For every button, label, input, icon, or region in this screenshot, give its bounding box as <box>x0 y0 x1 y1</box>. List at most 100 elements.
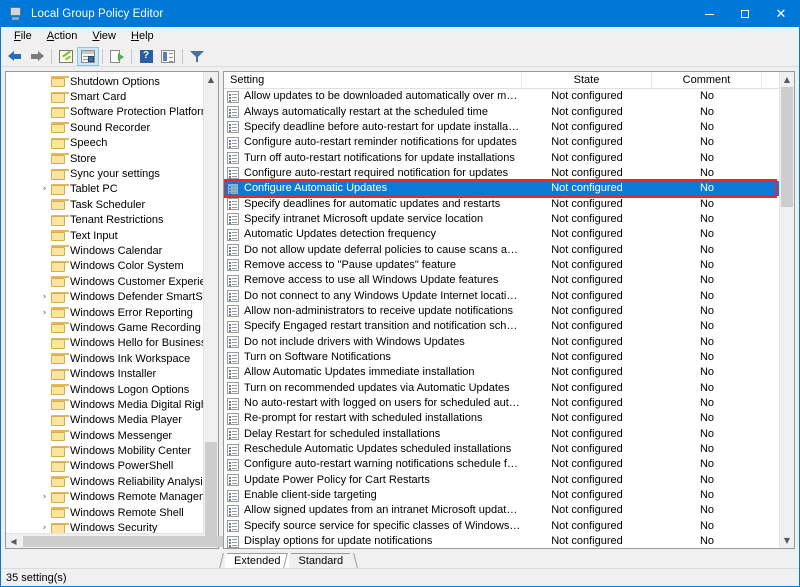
tree-item[interactable]: Windows Media Digital Right <box>6 397 203 412</box>
tree-item[interactable]: Windows Hello for Business <box>6 336 203 351</box>
settings-row[interactable]: Do not connect to any Windows Update Int… <box>224 288 779 303</box>
tree-item[interactable]: Windows Messenger <box>6 428 203 443</box>
tree-item[interactable]: Windows Color System <box>6 259 203 274</box>
settings-row[interactable]: Allow signed updates from an intranet Mi… <box>224 503 779 518</box>
tree-scroll-left-button[interactable]: ◀ <box>6 534 21 549</box>
tree-item[interactable]: Sync your settings <box>6 166 203 181</box>
tree-item[interactable]: Windows Reliability Analysis <box>6 474 203 489</box>
tree-item[interactable]: ›Windows Error Reporting <box>6 305 203 320</box>
tree-item[interactable]: Windows Customer Experien <box>6 274 203 289</box>
tree-item[interactable]: Tenant Restrictions <box>6 213 203 228</box>
column-header-setting[interactable]: Setting <box>224 72 522 88</box>
tree-item[interactable]: Windows Game Recording ar <box>6 320 203 335</box>
settings-row[interactable]: Specify intranet Microsoft update servic… <box>224 212 779 227</box>
tree-scroll-track[interactable] <box>204 87 218 518</box>
expander-icon[interactable]: › <box>38 523 51 533</box>
settings-row[interactable]: Specify source service for specific clas… <box>224 519 779 534</box>
settings-row[interactable]: Always automatically restart at the sche… <box>224 104 779 119</box>
tree-item[interactable]: Windows Calendar <box>6 243 203 258</box>
settings-row[interactable]: Allow Automatic Updates immediate instal… <box>224 365 779 380</box>
back-button[interactable] <box>4 47 26 66</box>
settings-row[interactable]: Specify Engaged restart transition and n… <box>224 319 779 334</box>
tree-item[interactable]: Sound Recorder <box>6 120 203 135</box>
menu-view[interactable]: View <box>85 29 124 44</box>
settings-row[interactable]: Configure auto-restart reminder notifica… <box>224 135 779 150</box>
filter-button[interactable] <box>186 47 208 66</box>
expander-icon[interactable]: › <box>38 492 51 502</box>
tree-item[interactable]: Windows Media Player <box>6 413 203 428</box>
help-button[interactable]: ? <box>135 47 157 66</box>
settings-list-vertical-scrollbar[interactable]: ▲ ▼ <box>779 72 794 548</box>
settings-row[interactable]: Display options for update notifications… <box>224 534 779 548</box>
settings-row[interactable]: Remove access to "Pause updates" feature… <box>224 258 779 273</box>
column-header-state[interactable]: State <box>522 72 652 88</box>
settings-row[interactable]: Delay Restart for scheduled installation… <box>224 427 779 442</box>
tree-item[interactable]: ›Windows Remote Managemе <box>6 490 203 505</box>
settings-row[interactable]: Re-prompt for restart with scheduled ins… <box>224 411 779 426</box>
tree-item[interactable]: Windows Remote Shell <box>6 505 203 520</box>
settings-row-selected[interactable]: Configure Automatic UpdatesNot configure… <box>224 181 779 196</box>
settings-row[interactable]: Turn off auto-restart notifications for … <box>224 150 779 165</box>
expander-icon[interactable]: › <box>38 292 51 302</box>
tree-item[interactable]: Shutdown Options <box>6 74 203 89</box>
tree-hscroll-track[interactable] <box>21 535 203 548</box>
settings-row[interactable]: Specify deadline before auto-restart for… <box>224 120 779 135</box>
show-hide-console-tree-button[interactable] <box>77 47 99 66</box>
export-list-button[interactable] <box>106 47 128 66</box>
minimize-button[interactable] <box>691 1 727 27</box>
tree-item[interactable]: Windows Mobility Center <box>6 443 203 458</box>
tree-item[interactable]: ›Tablet PC <box>6 182 203 197</box>
policy-setting-icon <box>227 229 239 241</box>
settings-row[interactable]: Configure auto-restart warning notificat… <box>224 457 779 472</box>
settings-row[interactable]: Allow updates to be downloaded automatic… <box>224 89 779 104</box>
settings-row[interactable]: Do not include drivers with Windows Upda… <box>224 335 779 350</box>
settings-row[interactable]: Allow non-administrators to receive upda… <box>224 304 779 319</box>
list-scroll-up-button[interactable]: ▲ <box>780 72 794 87</box>
close-button[interactable]: ✕ <box>763 1 799 27</box>
tree-scroll-up-button[interactable]: ▲ <box>204 72 218 87</box>
settings-row[interactable]: Remove access to use all Windows Update … <box>224 273 779 288</box>
tree-item[interactable]: Speech <box>6 136 203 151</box>
tab-extended[interactable]: Extended <box>225 553 289 568</box>
tree-item[interactable]: Windows Installer <box>6 366 203 381</box>
console-tree-vertical-scrollbar[interactable]: ▲ ▼ <box>203 72 218 533</box>
expander-icon[interactable]: › <box>38 308 51 318</box>
menu-action[interactable]: Action <box>40 29 86 44</box>
tree-item[interactable]: Text Input <box>6 228 203 243</box>
list-scroll-track[interactable] <box>780 87 794 533</box>
settings-row[interactable]: Enable client-side targetingNot configur… <box>224 488 779 503</box>
tree-item[interactable]: ›Windows Security <box>6 520 203 533</box>
settings-row[interactable]: Turn on recommended updates via Automati… <box>224 381 779 396</box>
tree-scroll-thumb[interactable] <box>205 442 217 542</box>
settings-row[interactable]: Configure auto-restart required notifica… <box>224 166 779 181</box>
settings-row[interactable]: Do not allow update deferral policies to… <box>224 242 779 257</box>
menu-file[interactable]: File <box>7 29 40 44</box>
console-tree-horizontal-scrollbar[interactable]: ◀ ▶ <box>6 533 218 548</box>
view-options-button[interactable] <box>157 47 179 66</box>
settings-row[interactable]: Update Power Policy for Cart RestartsNot… <box>224 473 779 488</box>
tab-standard[interactable]: Standard <box>289 553 352 568</box>
settings-row[interactable]: Reschedule Automatic Updates scheduled i… <box>224 442 779 457</box>
settings-row[interactable]: Automatic Updates detection frequencyNot… <box>224 227 779 242</box>
tree-item[interactable]: Store <box>6 151 203 166</box>
up-folder-button[interactable] <box>55 47 77 66</box>
tree-item[interactable]: Software Protection Platform <box>6 105 203 120</box>
settings-row[interactable]: Specify deadlines for automatic updates … <box>224 196 779 211</box>
settings-row[interactable]: No auto-restart with logged on users for… <box>224 396 779 411</box>
menu-help[interactable]: Help <box>124 29 162 44</box>
console-tree-scroll-area[interactable]: Shutdown OptionsSmart CardSoftware Prote… <box>6 72 203 533</box>
tree-item[interactable]: Windows PowerShell <box>6 459 203 474</box>
tree-item[interactable]: Smart Card <box>6 89 203 104</box>
tree-item[interactable]: ›Windows Defender SmartScr <box>6 289 203 304</box>
list-scroll-down-button[interactable]: ▼ <box>780 533 794 548</box>
tree-item[interactable]: Task Scheduler <box>6 197 203 212</box>
expander-icon[interactable]: › <box>38 184 51 194</box>
column-header-comment[interactable]: Comment <box>652 72 762 88</box>
settings-row[interactable]: Turn on Software NotificationsNot config… <box>224 350 779 365</box>
list-scroll-thumb[interactable] <box>781 87 793 207</box>
tree-item[interactable]: Windows Logon Options <box>6 382 203 397</box>
forward-button[interactable] <box>26 47 48 66</box>
settings-list-rows[interactable]: Allow updates to be downloaded automatic… <box>224 89 779 548</box>
tree-item[interactable]: Windows Ink Workspace <box>6 351 203 366</box>
maximize-button[interactable] <box>727 1 763 27</box>
